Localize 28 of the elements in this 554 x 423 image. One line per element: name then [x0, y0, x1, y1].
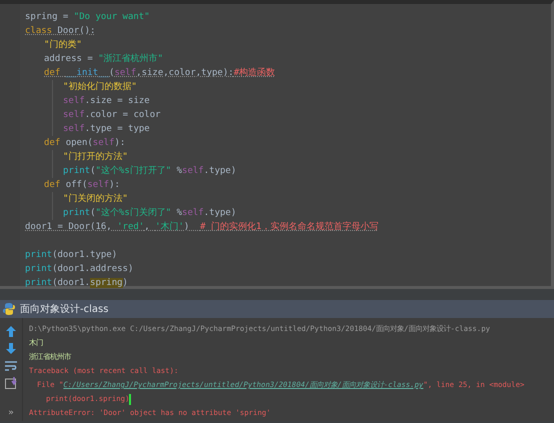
code-line: door1 = Door(16, 'red', '木门') # 门的实例化1，实例名命名规范首字母小写	[25, 220, 378, 234]
soft-wrap-icon[interactable]	[4, 360, 18, 371]
code-line: print("这个%s门关闭了" %self.type)	[63, 206, 236, 220]
code-line: self.color = color	[63, 109, 161, 122]
code-line: "门关闭的方法"	[63, 192, 128, 206]
text-cursor	[129, 394, 132, 404]
code-line: "初始化门的数据"	[63, 80, 137, 94]
code-line: spring = "Do your want"	[25, 11, 150, 24]
code-line: address = "浙江省杭州市"	[44, 52, 164, 66]
down-arrow-icon[interactable]	[6, 343, 16, 354]
code-line: print("这个%s门打开了" %self.type)	[63, 164, 236, 178]
code-line: "门打开的方法"	[63, 150, 128, 164]
code-line: self.type = type	[63, 123, 150, 136]
code-line: "门的类"	[44, 38, 82, 52]
code-editor[interactable]	[0, 0, 554, 286]
more-button[interactable]: »	[8, 408, 14, 418]
code-line: def __init__(self,size,color,type):#构造函数	[44, 66, 276, 80]
code-line: class Door():	[25, 25, 96, 38]
python-logo-icon	[2, 302, 16, 316]
code-line: print(door1.spring)	[25, 277, 128, 290]
print-icon[interactable]	[4, 377, 18, 389]
code-line: def off(self):	[44, 179, 120, 192]
run-panel-title: 面向对象设计-class	[20, 302, 108, 316]
code-line: def open(self):	[44, 137, 126, 150]
code-line: print(door1.type)	[25, 249, 118, 262]
code-line: print(door1.address)	[25, 263, 134, 276]
code-line: self.size = size	[63, 95, 150, 108]
up-arrow-icon[interactable]	[6, 326, 16, 337]
